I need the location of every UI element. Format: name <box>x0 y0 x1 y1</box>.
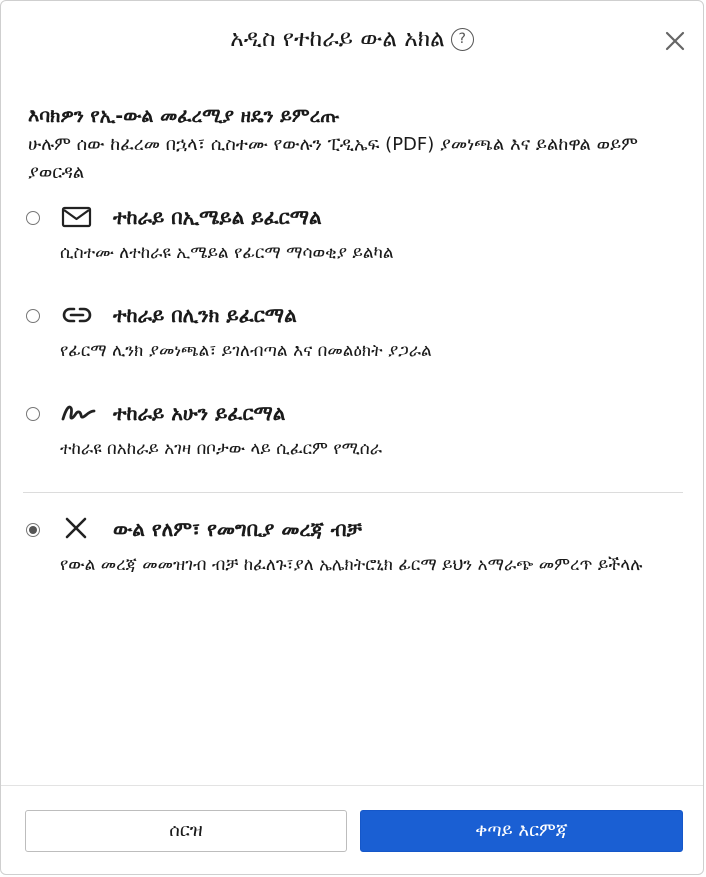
next-step-button[interactable]: ቀጣይ እርምጃ <box>360 810 683 852</box>
radio-no-lease[interactable] <box>26 523 40 537</box>
option-description: የፊርማ ሊንክ ያመነጫል፣ ይገለብጣል እና በመልዕክት ያጋራል <box>60 341 432 361</box>
options-divider <box>23 492 683 493</box>
option-title: ተከራይ በኢሜይል ይፈርማል <box>113 205 322 229</box>
radio-link-sign[interactable] <box>26 309 40 323</box>
add-lease-dialog: አዲስ የተከራይ ውል አክል? እባክዎን የኢ-ውል መፈረሚያ ዘዴን … <box>0 0 704 875</box>
mail-icon <box>61 203 93 231</box>
dialog-header: አዲስ የተከራይ ውል አክል? <box>1 1 703 81</box>
close-icon-glyph <box>665 31 685 51</box>
signature-icon <box>61 399 96 427</box>
dialog-title-row: አዲስ የተከራይ ውል አክል? <box>1 23 703 55</box>
option-title: ተከራይ አሁን ይፈርማል <box>113 401 286 425</box>
link-icon <box>61 301 93 329</box>
radio-sign-now[interactable] <box>26 407 40 421</box>
close-icon[interactable] <box>663 29 687 53</box>
option-description: ተከራዩ በአከራይ አገዛ በቦታው ላይ ሲፈርም የሚሰራ <box>60 439 383 459</box>
dialog-title: አዲስ የተከራይ ውል አክል <box>230 26 445 52</box>
option-description: ሲስተሙ ለተከራዩ ኢሜይል የፊርማ ማሳወቂያ ይልካል <box>60 243 394 263</box>
radio-email-sign[interactable] <box>26 211 40 225</box>
section-heading: እባክዎን የኢ-ውል መፈረሚያ ዘዴን ይምረጡ <box>28 105 340 127</box>
cancel-button[interactable]: ሰርዝ <box>25 810 347 852</box>
x-icon <box>61 515 93 543</box>
footer-divider <box>1 785 703 786</box>
option-title: ተከራይ በሊንክ ይፈርማል <box>113 303 297 327</box>
option-description: የውል መረጃ መመዝገብ ብቻ ከፈለጉ፣ያለ ኤሌክትሮኒክ ፊርማ ይህን… <box>60 555 643 575</box>
option-title: ውል የለም፣ የመግቢያ መረጃ ብቻ <box>113 517 362 541</box>
section-description: ሁሉም ሰው ከፈረመ በኋላ፣ ሲስተሙ የውሉን ፒዲኤፍ (PDF) ያመ… <box>28 134 638 183</box>
help-circle-icon[interactable]: ? <box>450 28 474 51</box>
